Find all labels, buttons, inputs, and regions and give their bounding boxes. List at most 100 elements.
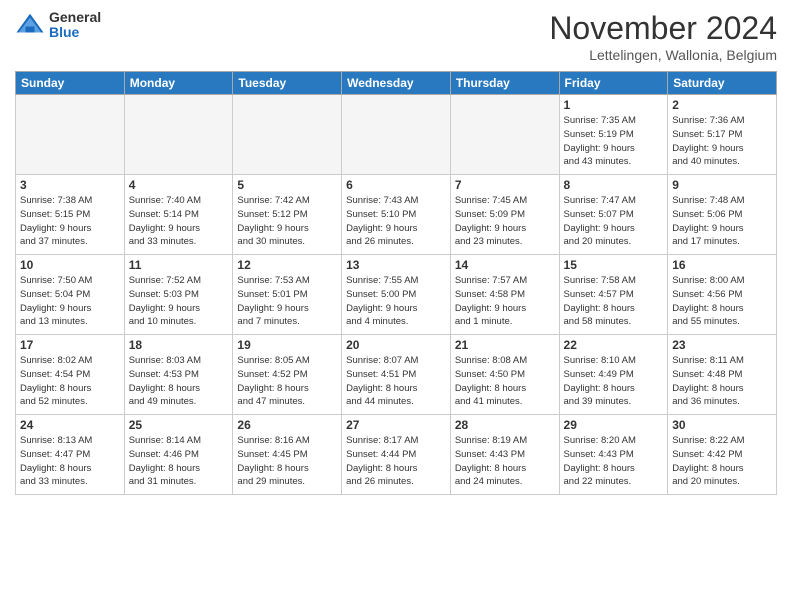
day-number: 11 <box>129 258 229 272</box>
calendar-cell: 26Sunrise: 8:16 AM Sunset: 4:45 PM Dayli… <box>233 415 342 495</box>
header-tuesday: Tuesday <box>233 72 342 95</box>
day-info: Sunrise: 7:35 AM Sunset: 5:19 PM Dayligh… <box>564 114 664 169</box>
day-info: Sunrise: 8:10 AM Sunset: 4:49 PM Dayligh… <box>564 354 664 409</box>
calendar-cell: 25 Sunrise: 8:14 AM Sunset: 4:46 PM Dayli… <box>124 415 233 495</box>
day-number: 26 <box>237 418 337 432</box>
day-number: 18 <box>129 338 229 352</box>
day-number: 6 <box>346 178 446 192</box>
header-friday: Friday <box>559 72 668 95</box>
day-number: 13 <box>346 258 446 272</box>
day-number: 8 <box>564 178 664 192</box>
logo-icon <box>15 10 45 40</box>
day-number: 24 <box>20 418 120 432</box>
calendar-cell: 28Sunrise: 8:19 AM Sunset: 4:43 PM Dayli… <box>450 415 559 495</box>
day-number: 5 <box>237 178 337 192</box>
day-number: 25 <box>129 418 229 432</box>
calendar-cell <box>16 95 125 175</box>
day-number: 22 <box>564 338 664 352</box>
page: General Blue November 2024 Lettelingen, … <box>0 0 792 612</box>
day-info: Sunrise: 8:08 AM Sunset: 4:50 PM Dayligh… <box>455 354 555 409</box>
day-info: Sunrise: 8:03 AM Sunset: 4:53 PM Dayligh… <box>129 354 229 409</box>
day-info: Sunrise: 7:48 AM Sunset: 5:06 PM Dayligh… <box>672 194 772 249</box>
calendar-cell: 3 Sunrise: 7:38 AM Sunset: 5:15 PM Daylig… <box>16 175 125 255</box>
calendar-cell: 16Sunrise: 8:00 AM Sunset: 4:56 PM Dayli… <box>668 255 777 335</box>
day-info: Sunrise: 8:14 AM Sunset: 4:46 PM Dayligh… <box>129 434 229 489</box>
calendar-cell: 13 Sunrise: 7:55 AM Sunset: 5:00 PM Dayli… <box>342 255 451 335</box>
day-info: Sunrise: 8:22 AM Sunset: 4:42 PM Dayligh… <box>672 434 772 489</box>
logo: General Blue <box>15 10 101 41</box>
calendar-cell: 27Sunrise: 8:17 AM Sunset: 4:44 PM Dayli… <box>342 415 451 495</box>
calendar-cell: 8 Sunrise: 7:47 AM Sunset: 5:07 PM Daylig… <box>559 175 668 255</box>
day-number: 1 <box>564 98 664 112</box>
day-number: 9 <box>672 178 772 192</box>
calendar-cell: 5 Sunrise: 7:42 AM Sunset: 5:12 PM Daylig… <box>233 175 342 255</box>
location: Lettelingen, Wallonia, Belgium <box>549 47 777 63</box>
day-number: 29 <box>564 418 664 432</box>
day-info: Sunrise: 8:20 AM Sunset: 4:43 PM Dayligh… <box>564 434 664 489</box>
day-info: Sunrise: 7:50 AM Sunset: 5:04 PM Dayligh… <box>20 274 120 329</box>
calendar-cell: 10Sunrise: 7:50 AM Sunset: 5:04 PM Dayli… <box>16 255 125 335</box>
day-info: Sunrise: 8:11 AM Sunset: 4:48 PM Dayligh… <box>672 354 772 409</box>
day-number: 16 <box>672 258 772 272</box>
day-info: Sunrise: 7:45 AM Sunset: 5:09 PM Dayligh… <box>455 194 555 249</box>
day-number: 19 <box>237 338 337 352</box>
day-number: 7 <box>455 178 555 192</box>
header: General Blue November 2024 Lettelingen, … <box>15 10 777 63</box>
day-number: 30 <box>672 418 772 432</box>
calendar-cell: 30 Sunrise: 8:22 AM Sunset: 4:42 PM Dayli… <box>668 415 777 495</box>
day-number: 17 <box>20 338 120 352</box>
calendar-cell: 9 Sunrise: 7:48 AM Sunset: 5:06 PM Daylig… <box>668 175 777 255</box>
day-info: Sunrise: 8:07 AM Sunset: 4:51 PM Dayligh… <box>346 354 446 409</box>
day-info: Sunrise: 7:43 AM Sunset: 5:10 PM Dayligh… <box>346 194 446 249</box>
header-thursday: Thursday <box>450 72 559 95</box>
header-saturday: Saturday <box>668 72 777 95</box>
day-info: Sunrise: 7:57 AM Sunset: 4:58 PM Dayligh… <box>455 274 555 329</box>
calendar-cell: 11 Sunrise: 7:52 AM Sunset: 5:03 PM Dayli… <box>124 255 233 335</box>
day-info: Sunrise: 7:53 AM Sunset: 5:01 PM Dayligh… <box>237 274 337 329</box>
day-info: Sunrise: 7:52 AM Sunset: 5:03 PM Dayligh… <box>129 274 229 329</box>
day-number: 12 <box>237 258 337 272</box>
day-number: 4 <box>129 178 229 192</box>
day-number: 27 <box>346 418 446 432</box>
calendar-cell: 29 Sunrise: 8:20 AM Sunset: 4:43 PM Dayli… <box>559 415 668 495</box>
calendar-cell: 1 Sunrise: 7:35 AM Sunset: 5:19 PM Daylig… <box>559 95 668 175</box>
day-number: 21 <box>455 338 555 352</box>
logo-text: General Blue <box>49 10 101 41</box>
calendar-table: Sunday Monday Tuesday Wednesday Thursday… <box>15 71 777 495</box>
calendar-cell: 23 Sunrise: 8:11 AM Sunset: 4:48 PM Dayli… <box>668 335 777 415</box>
calendar-cell: 21 Sunrise: 8:08 AM Sunset: 4:50 PM Dayli… <box>450 335 559 415</box>
day-number: 28 <box>455 418 555 432</box>
calendar-cell <box>124 95 233 175</box>
day-info: Sunrise: 7:55 AM Sunset: 5:00 PM Dayligh… <box>346 274 446 329</box>
day-info: Sunrise: 7:40 AM Sunset: 5:14 PM Dayligh… <box>129 194 229 249</box>
header-monday: Monday <box>124 72 233 95</box>
calendar-week-3: 17 Sunrise: 8:02 AM Sunset: 4:54 PM Dayli… <box>16 335 777 415</box>
month-title: November 2024 <box>549 10 777 47</box>
calendar-cell: 20 Sunrise: 8:07 AM Sunset: 4:51 PM Dayli… <box>342 335 451 415</box>
day-number: 23 <box>672 338 772 352</box>
day-info: Sunrise: 8:02 AM Sunset: 4:54 PM Dayligh… <box>20 354 120 409</box>
day-info: Sunrise: 7:38 AM Sunset: 5:15 PM Dayligh… <box>20 194 120 249</box>
calendar-cell: 14Sunrise: 7:57 AM Sunset: 4:58 PM Dayli… <box>450 255 559 335</box>
calendar-cell: 19Sunrise: 8:05 AM Sunset: 4:52 PM Dayli… <box>233 335 342 415</box>
calendar-week-2: 10Sunrise: 7:50 AM Sunset: 5:04 PM Dayli… <box>16 255 777 335</box>
calendar-cell: 24Sunrise: 8:13 AM Sunset: 4:47 PM Dayli… <box>16 415 125 495</box>
calendar-week-4: 24Sunrise: 8:13 AM Sunset: 4:47 PM Dayli… <box>16 415 777 495</box>
logo-general-text: General <box>49 10 101 25</box>
calendar-cell <box>342 95 451 175</box>
day-number: 3 <box>20 178 120 192</box>
day-info: Sunrise: 7:47 AM Sunset: 5:07 PM Dayligh… <box>564 194 664 249</box>
calendar-header: Sunday Monday Tuesday Wednesday Thursday… <box>16 72 777 95</box>
calendar-week-1: 3 Sunrise: 7:38 AM Sunset: 5:15 PM Daylig… <box>16 175 777 255</box>
calendar-cell: 22 Sunrise: 8:10 AM Sunset: 4:49 PM Dayli… <box>559 335 668 415</box>
day-info: Sunrise: 7:42 AM Sunset: 5:12 PM Dayligh… <box>237 194 337 249</box>
calendar-cell: 6 Sunrise: 7:43 AM Sunset: 5:10 PM Daylig… <box>342 175 451 255</box>
day-number: 15 <box>564 258 664 272</box>
day-info: Sunrise: 7:36 AM Sunset: 5:17 PM Dayligh… <box>672 114 772 169</box>
calendar-cell: 7 Sunrise: 7:45 AM Sunset: 5:09 PM Daylig… <box>450 175 559 255</box>
calendar-cell <box>450 95 559 175</box>
calendar-cell <box>233 95 342 175</box>
calendar-cell: 15Sunrise: 7:58 AM Sunset: 4:57 PM Dayli… <box>559 255 668 335</box>
calendar-cell: 12 Sunrise: 7:53 AM Sunset: 5:01 PM Dayli… <box>233 255 342 335</box>
day-number: 20 <box>346 338 446 352</box>
